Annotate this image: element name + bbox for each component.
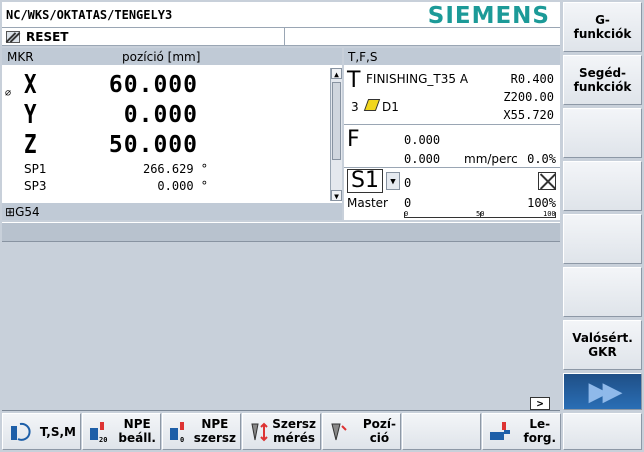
softkey-mdi-tool[interactable]: 0 NPE szersz [162, 413, 241, 450]
header-bar: NC/WKS/OKTATAS/TENGELY3 SIEMENS [2, 2, 560, 29]
tool-radius: R0.400 [510, 72, 554, 86]
cutting-edge-number: 3 [351, 100, 359, 114]
chevron-down-icon[interactable]: ▼ [386, 172, 400, 190]
work-offset-label: ⊞G54 [5, 205, 40, 219]
spindle-position: 266.629 ° [142, 162, 208, 176]
position-scrollbar[interactable]: ▲ ▼ [330, 68, 342, 201]
softkey-tsm[interactable]: T,S,M [2, 413, 81, 450]
scroll-down-icon[interactable]: ▼ [331, 190, 342, 201]
feed-actual: 0.000 [404, 152, 441, 166]
tool-name[interactable]: FINISHING_T35 A [366, 72, 468, 86]
channel-status: RESET [26, 30, 69, 44]
work-offset-value: G54 [15, 205, 40, 219]
softkey-aux-functions[interactable]: Segéd- funkciók [563, 55, 642, 105]
position-column-header: pozíció [mm] [122, 50, 201, 64]
tool-measure-icon [251, 422, 268, 442]
softkey-label: NPE beáll. [118, 417, 156, 445]
svg-text:0: 0 [180, 436, 184, 444]
more-button[interactable]: > [530, 397, 550, 410]
scroll-thumb[interactable] [332, 82, 341, 160]
softkey-divider [2, 410, 560, 411]
d-number: D1 [382, 100, 399, 114]
coordinate-system-label: MKR [7, 50, 34, 64]
spindle-name: SP3 [24, 179, 47, 193]
axis-value: 60.000 [108, 72, 198, 98]
axis-value: 0.000 [123, 102, 198, 128]
softkey-horizontal-8[interactable] [563, 413, 642, 450]
spindle-selector[interactable]: S1 [347, 169, 383, 193]
softkey-mdi-setup[interactable]: 20 NPE beáll. [82, 413, 161, 450]
position-panel: MKR pozíció [mm] ⌀ X 60.000 Y 0.000 Z 50… [2, 48, 342, 220]
spindle-setpoint: 0 [404, 176, 412, 190]
tfs-separator [344, 124, 560, 125]
softkey-face-turning[interactable]: Le- forg. [482, 413, 561, 450]
reset-icon [6, 31, 20, 43]
npe-tool-icon: 0 [170, 422, 184, 444]
scale-min: 0 [404, 210, 409, 218]
softkey-position[interactable]: Pozí- ció [322, 413, 401, 450]
softkey-label: T,S,M [39, 425, 76, 439]
status-divider [284, 28, 285, 45]
spindle-rotate-icon [11, 422, 31, 441]
spindle-stop-icon [538, 172, 556, 190]
axis-value: 50.000 [108, 132, 198, 158]
work-area [2, 243, 560, 395]
feed-unit: mm/perc [464, 152, 518, 166]
softkey-g-functions[interactable]: G- funkciók [563, 2, 642, 52]
softkey-label: Pozí- ció [362, 417, 396, 445]
scroll-up-icon[interactable]: ▲ [331, 68, 342, 79]
scale-mid: 50 [476, 210, 485, 218]
svg-text:20: 20 [99, 436, 107, 444]
face-turning-icon [490, 422, 510, 440]
scale-max: 100 [543, 210, 556, 218]
spindle-name: SP1 [24, 162, 47, 176]
feed-letter: F [347, 127, 360, 152]
spindle-position: 0.000 ° [157, 179, 208, 193]
frame-icon: ⊞ [5, 205, 16, 219]
axis-name: X [24, 70, 37, 100]
tfs-panel: T,F,S T FINISHING_T35 A R0.400 Z200.00 X… [344, 48, 560, 220]
position-panel-caption: MKR pozíció [mm] [2, 48, 342, 65]
softkey-label: NPE szersz [193, 417, 236, 445]
softkey-label: Szersz mérés [272, 417, 316, 445]
tool-z-offset: Z200.00 [503, 90, 554, 104]
softkey-vertical-3[interactable] [563, 108, 642, 158]
siemens-logo: SIEMENS [427, 3, 550, 29]
feed-programmed: 0.000 [404, 133, 441, 147]
softkey-horizontal-6[interactable] [402, 413, 481, 450]
tfs-caption: T,F,S [344, 48, 560, 65]
softkey-vertical-4[interactable] [563, 161, 642, 211]
softkey-label: Le- forg. [523, 417, 556, 445]
softkey-actual-values-wcs[interactable]: Valósért. GKR [563, 320, 642, 370]
frame-footer: ⊞G54 [2, 203, 342, 220]
message-strip [2, 222, 560, 242]
program-path: NC/WKS/OKTATAS/TENGELY3 [6, 8, 173, 22]
reference-marker-icon: ⌀ [5, 88, 12, 99]
softkey-vertical-5[interactable] [563, 214, 642, 264]
spindle-speed: 0 [404, 196, 412, 210]
fast-forward-icon: ▶▶ [588, 376, 623, 407]
tool-x-offset: X55.720 [503, 108, 554, 122]
turning-tool-icon [363, 99, 381, 111]
npe-setup-icon: 20 [90, 422, 107, 444]
tool-letter: T [347, 68, 361, 93]
softkey-tool-measure[interactable]: Szersz mérés [242, 413, 321, 450]
spindle-mode: Master [347, 196, 388, 210]
position-icon [331, 423, 347, 441]
axis-name: Z [24, 130, 37, 160]
hmi-screen: NC/WKS/OKTATAS/TENGELY3 SIEMENS RESET MK… [0, 0, 644, 452]
feed-override: 0.0% [527, 152, 556, 166]
status-bar: RESET [2, 28, 560, 46]
spindle-override: 100% [527, 196, 556, 210]
softkey-vertical-6[interactable] [563, 267, 642, 317]
softkey-next-page[interactable]: ▶▶ [563, 373, 642, 410]
axis-name: Y [24, 100, 37, 130]
